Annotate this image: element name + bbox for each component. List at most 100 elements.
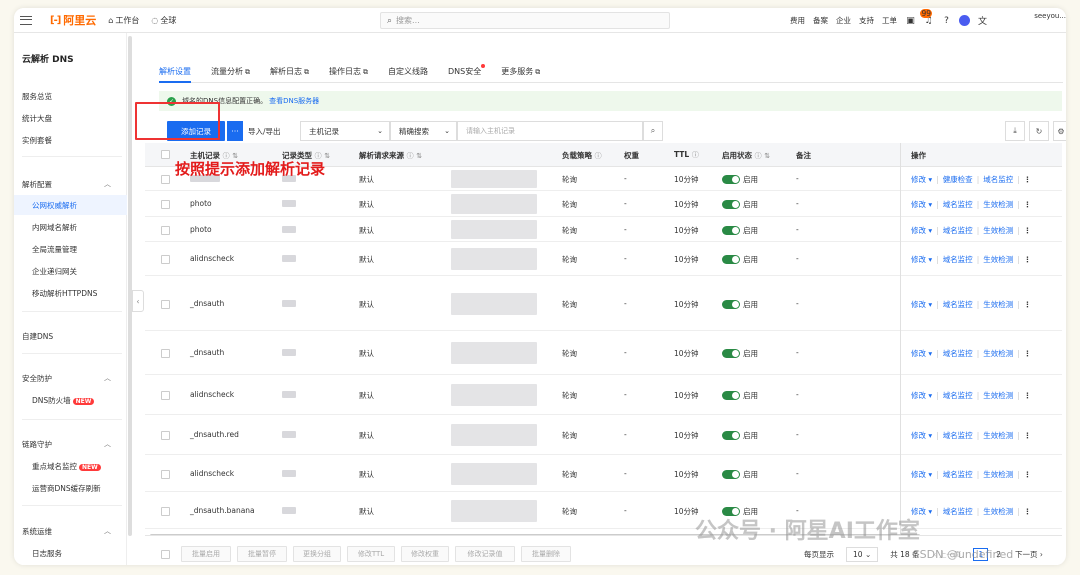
row-checkbox[interactable] [161, 349, 170, 358]
more-vertical-icon[interactable]: ⋮ [1024, 226, 1032, 235]
collapse-sidebar-button[interactable]: ‹ [132, 290, 144, 312]
status-toggle[interactable] [722, 255, 740, 264]
row-checkbox[interactable] [161, 431, 170, 440]
search-button[interactable]: ⌕ [643, 121, 663, 141]
match-mode-select[interactable]: 精确搜索 ⌄ [390, 121, 457, 141]
more-vertical-icon[interactable]: ⋮ [1024, 507, 1032, 516]
import-export-button[interactable]: 导入/导出 [248, 121, 281, 141]
nav-billing[interactable]: 费用 [790, 15, 805, 26]
action-link-3[interactable]: 生效检测 [983, 300, 1013, 309]
status-toggle[interactable] [722, 200, 740, 209]
aliyun-logo[interactable]: [-] 阿里云 [50, 12, 96, 28]
action-link-2[interactable]: 域名监控 [943, 391, 973, 400]
sidebar-item-httpdns[interactable]: 移动解析HTTPDNS [32, 288, 97, 299]
edit-link[interactable]: 修改 ▾ [911, 349, 932, 358]
status-toggle[interactable] [722, 226, 740, 235]
status-toggle[interactable] [722, 300, 740, 309]
nav-enterprise[interactable]: 企业 [836, 15, 851, 26]
chevron-up-icon[interactable]: ︿ [104, 439, 111, 449]
edit-link[interactable]: 修改 ▾ [911, 255, 932, 264]
row-checkbox[interactable] [161, 255, 170, 264]
nav-filing[interactable]: 备案 [813, 15, 828, 26]
sidebar-group-security[interactable]: 安全防护 [22, 373, 52, 384]
col-status[interactable]: 启用状态 ⓘ ⇅ [722, 150, 770, 161]
sidebar-item-dashboard[interactable]: 统计大盘 [22, 113, 52, 124]
edit-link[interactable]: 修改 ▾ [911, 226, 932, 235]
download-button[interactable]: ⤓ [1005, 121, 1025, 141]
sidebar-item-public[interactable]: 公网权威解析 [32, 200, 77, 211]
chevron-up-icon[interactable]: ︿ [104, 526, 111, 536]
tab-operation-log[interactable]: 操作日志 ⧉ [329, 59, 368, 83]
row-checkbox[interactable] [161, 226, 170, 235]
action-link-2[interactable]: 域名监控 [943, 470, 973, 479]
nav-ticket[interactable]: 工单 [882, 15, 897, 26]
action-link-3[interactable]: 生效检测 [983, 391, 1013, 400]
more-vertical-icon[interactable]: ⋮ [1024, 391, 1032, 400]
more-vertical-icon[interactable]: ⋮ [1024, 470, 1032, 479]
tab-custom-line[interactable]: 自定义线路 [388, 59, 428, 83]
action-link-3[interactable]: 生效检测 [983, 470, 1013, 479]
row-checkbox[interactable] [161, 507, 170, 516]
status-toggle[interactable] [722, 470, 740, 479]
region-selector[interactable]: ◌ 全球 [151, 15, 176, 26]
modify-weight-button[interactable]: 修改权重 [401, 546, 449, 562]
settings-button[interactable]: ⚙ [1053, 121, 1066, 141]
sort-icon[interactable]: ⇅ [764, 152, 770, 160]
col-source[interactable]: 解析请求来源 ⓘ ⇅ [359, 150, 422, 161]
user-account[interactable]: seeyou... [1034, 12, 1066, 20]
more-vertical-icon[interactable]: ⋮ [1024, 349, 1032, 358]
field-select[interactable]: 主机记录 ⌄ [300, 121, 390, 141]
action-link-2[interactable]: 域名监控 [943, 300, 973, 309]
more-actions-button[interactable]: ··· [227, 121, 243, 141]
tab-resolve-settings[interactable]: 解析设置 [159, 59, 191, 83]
sidebar-item-logs[interactable]: 日志服务 [32, 548, 62, 559]
edit-link[interactable]: 修改 ▾ [911, 470, 932, 479]
more-vertical-icon[interactable]: ⋮ [1024, 200, 1032, 209]
action-link-3[interactable]: 生效检测 [983, 200, 1013, 209]
action-link-2[interactable]: 域名监控 [943, 431, 973, 440]
sidebar-group-resolve-config[interactable]: 解析配置 [22, 179, 52, 190]
footer-select-all-checkbox[interactable] [161, 550, 170, 559]
chevron-up-icon[interactable]: ︿ [104, 373, 111, 383]
sidebar-item-gtm[interactable]: 全局流量管理 [32, 244, 77, 255]
sidebar-group-ops[interactable]: 系统运维 [22, 526, 52, 537]
modify-ttl-button[interactable]: 修改TTL [347, 546, 395, 562]
menu-icon[interactable] [20, 15, 32, 25]
edit-link[interactable]: 修改 ▾ [911, 431, 932, 440]
more-vertical-icon[interactable]: ⋮ [1024, 300, 1032, 309]
chevron-up-icon[interactable]: ︿ [104, 179, 111, 189]
row-checkbox[interactable] [161, 300, 170, 309]
row-checkbox[interactable] [161, 200, 170, 209]
action-link-2[interactable]: 域名监控 [943, 226, 973, 235]
view-dns-servers-link[interactable]: 查看DNS服务器 [269, 96, 319, 106]
row-checkbox[interactable] [161, 470, 170, 479]
action-link-3[interactable]: 生效检测 [983, 507, 1013, 516]
edit-link[interactable]: 修改 ▾ [911, 175, 932, 184]
tab-resolve-log[interactable]: 解析日志 ⧉ [270, 59, 309, 83]
sidebar-item-gateway[interactable]: 企业递归网关 [32, 266, 77, 277]
modify-value-button[interactable]: 修改记录值 [455, 546, 515, 562]
edit-link[interactable]: 修改 ▾ [911, 391, 932, 400]
tab-more-services[interactable]: 更多服务 ⧉ [501, 59, 540, 83]
action-link-3[interactable]: 生效检测 [983, 255, 1013, 264]
row-checkbox[interactable] [161, 391, 170, 400]
sidebar-item-monitor[interactable]: 重点域名监控 NEW [32, 461, 101, 472]
sidebar-item-instances[interactable]: 实例套餐 [22, 135, 52, 146]
action-link-2[interactable]: 域名监控 [943, 507, 973, 516]
refresh-button[interactable]: ↻ [1029, 121, 1049, 141]
edit-link[interactable]: 修改 ▾ [911, 300, 932, 309]
global-search-input[interactable]: ⌕ 搜索... [380, 12, 670, 29]
tab-dns-security[interactable]: DNS安全 [448, 59, 486, 83]
next-page-button[interactable]: 下一页 › [1015, 549, 1043, 560]
action-link-3[interactable]: 生效检测 [983, 431, 1013, 440]
sort-icon[interactable]: ⇅ [416, 152, 422, 160]
sidebar-group-linkguard[interactable]: 链路守护 [22, 439, 52, 450]
more-vertical-icon[interactable]: ⋮ [1024, 255, 1032, 264]
action-link-2[interactable]: 域名监控 [943, 200, 973, 209]
sidebar-item-private[interactable]: 内网域名解析 [32, 222, 77, 233]
more-vertical-icon[interactable]: ⋮ [1024, 431, 1032, 440]
row-checkbox[interactable] [161, 175, 170, 184]
batch-pause-button[interactable]: 批量暂停 [237, 546, 287, 562]
status-toggle[interactable] [722, 175, 740, 184]
action-link-3[interactable]: 生效检测 [983, 349, 1013, 358]
